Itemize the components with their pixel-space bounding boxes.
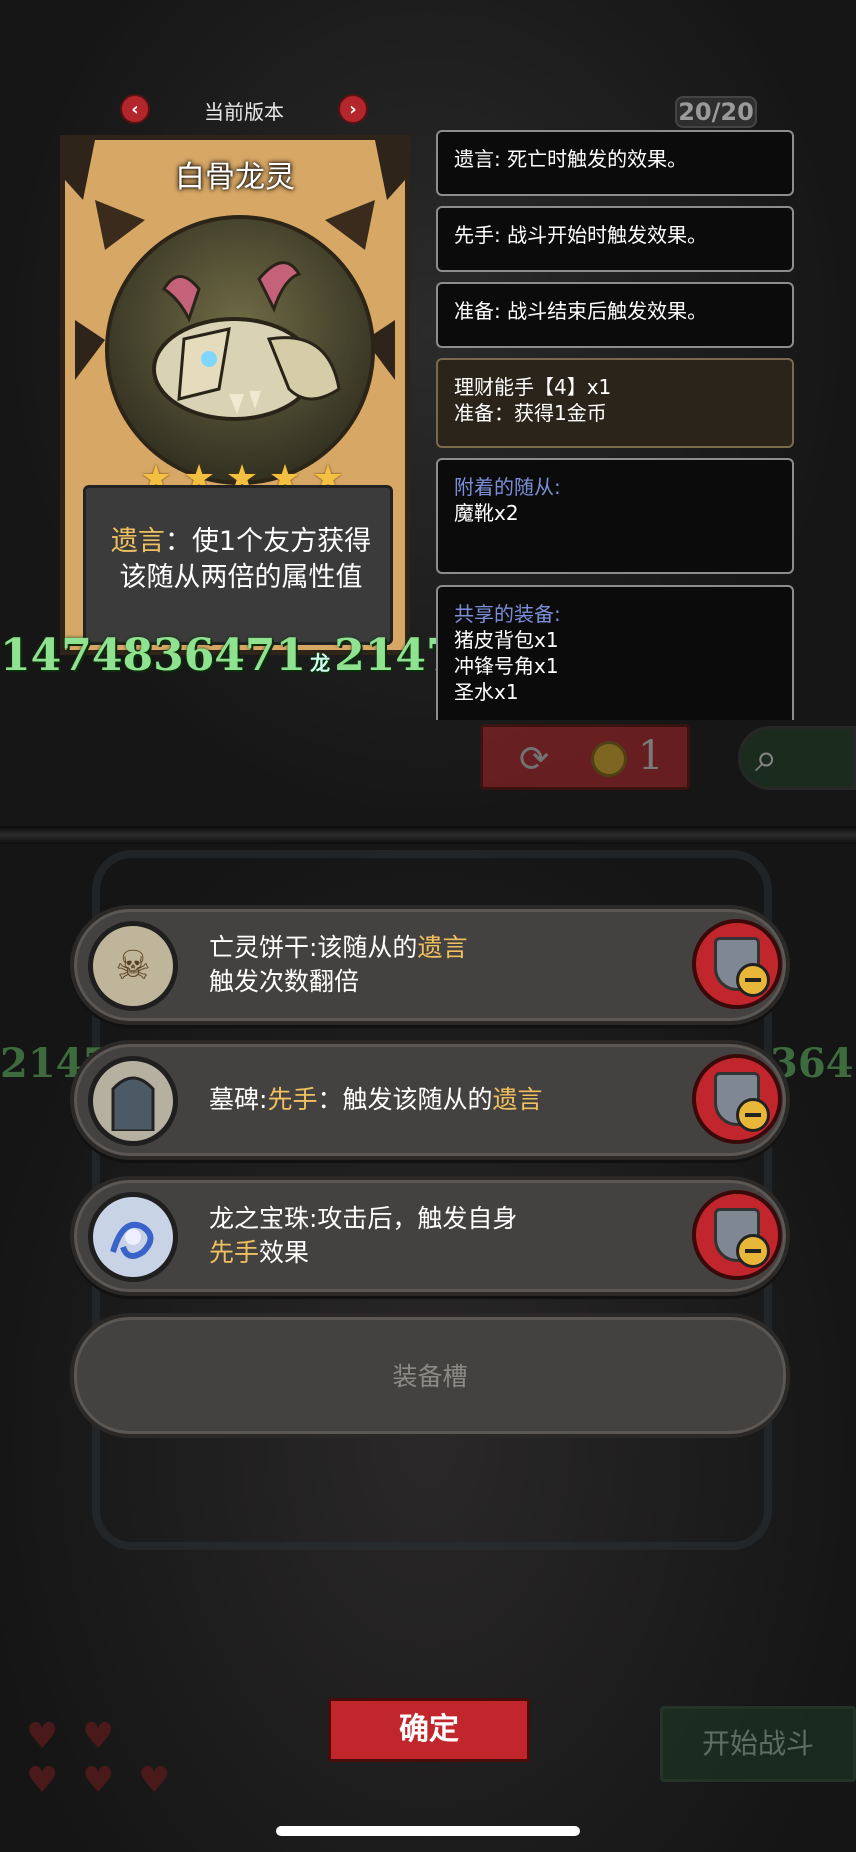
info-deathrattle-text: 遗言: 死亡时触发的效果。 bbox=[454, 147, 688, 171]
dragon-orb-icon bbox=[88, 1192, 178, 1282]
lives: ♥ ♥ ♥ ♥ ♥ bbox=[20, 1716, 200, 1816]
info-shared: 共享的装备: 猪皮背包x1 冲锋号角x1 圣水x1 bbox=[436, 585, 794, 720]
equipment-text: 效果 bbox=[259, 1238, 310, 1267]
search-icon: ⌕ bbox=[755, 735, 778, 781]
unequip-button[interactable] bbox=[692, 1054, 782, 1144]
heart-icon: ♥ bbox=[26, 1716, 59, 1757]
refresh-button[interactable]: ⟳ 1 bbox=[480, 724, 690, 790]
minion-counter: 20/20 bbox=[675, 96, 757, 128]
keyword-deathrattle: 遗言 bbox=[417, 933, 468, 962]
minus-icon bbox=[736, 963, 770, 997]
heart-icon: ♥ bbox=[138, 1760, 171, 1801]
card-description-line-2: 该随从两倍的属性值 bbox=[119, 562, 363, 593]
info-attached-item: 魔靴x2 bbox=[454, 501, 519, 525]
info-prepare-text: 准备: 战斗结束后触发效果。 bbox=[454, 299, 708, 323]
info-battlecry: 先手: 战斗开始时触发效果。 bbox=[436, 206, 794, 272]
info-finance-title: 理财能手【4】x1 bbox=[454, 375, 612, 399]
refresh-cost: 1 bbox=[638, 733, 664, 779]
biscuit-icon: ☠ bbox=[88, 921, 178, 1011]
prev-version-button[interactable]: ‹ bbox=[120, 94, 150, 124]
equipment-text-line-2: 触发次数翻倍 bbox=[209, 967, 360, 996]
health-value: 214748364 bbox=[334, 630, 440, 680]
tribe-tag: 龙 bbox=[310, 651, 331, 675]
equipment-description: 龙之宝珠:攻击后，触发自身 先手效果 bbox=[209, 1180, 639, 1292]
start-battle-button[interactable]: 开始战斗 bbox=[660, 1706, 856, 1782]
version-bar: ‹ 当前版本 › bbox=[120, 92, 370, 128]
minion-card: 白骨龙灵 ★ ★ ★ ★ ★ 遗言：使1个友方获得 该随从两倍的属性值 bbox=[60, 135, 410, 655]
info-finance: 理财能手【4】x1 准备：获得1金币 bbox=[436, 358, 794, 448]
info-deathrattle: 遗言: 死亡时触发的效果。 bbox=[436, 130, 794, 196]
info-shared-scroll[interactable]: 共享的装备: 猪皮背包x1 冲锋号角x1 圣水x1 bbox=[436, 585, 794, 720]
version-label: 当前版本 bbox=[204, 100, 284, 124]
equipment-row: 龙之宝珠:攻击后，触发自身 先手效果 bbox=[70, 1176, 790, 1296]
equipment-row: ☠ 亡灵饼干:该随从的遗言 触发次数翻倍 bbox=[70, 905, 790, 1025]
card-description-text: ：使1个友方获得 bbox=[164, 526, 372, 557]
home-indicator[interactable] bbox=[276, 1826, 580, 1836]
info-prepare: 准备: 战斗结束后触发效果。 bbox=[436, 282, 794, 348]
attack-value: 1474836471 bbox=[0, 630, 307, 680]
keyword-battlecry: 先手 bbox=[267, 1085, 318, 1114]
equipment-text: 亡灵饼干:该随从的 bbox=[209, 933, 418, 962]
bone-dragon-portrait bbox=[105, 215, 375, 485]
next-version-button[interactable]: › bbox=[338, 94, 368, 124]
equipment-text: 墓碑: bbox=[209, 1085, 268, 1114]
equipment-description: 墓碑:先手：触发该随从的遗言 bbox=[209, 1044, 639, 1156]
card-description: 遗言：使1个友方获得 该随从两倍的属性值 bbox=[96, 524, 386, 596]
info-shared-item: 猪皮背包x1 bbox=[454, 628, 559, 652]
heart-icon: ♥ bbox=[26, 1760, 59, 1801]
empty-equipment-slot[interactable]: 装备槽 bbox=[70, 1313, 790, 1438]
info-attached: 附着的随从: 魔靴x2 bbox=[436, 458, 794, 574]
card-name: 白骨龙灵 bbox=[175, 160, 295, 195]
card-description-box: 遗言：使1个友方获得 该随从两倍的属性值 bbox=[83, 485, 393, 645]
keyword-deathrattle: 遗言 bbox=[492, 1085, 543, 1114]
info-shared-title: 共享的装备: bbox=[454, 602, 561, 626]
info-shared-item: 冲锋号角x1 bbox=[454, 654, 559, 678]
equipment-description: 亡灵饼干:该随从的遗言 触发次数翻倍 bbox=[209, 909, 639, 1021]
equipment-text: ：触发该随从的 bbox=[317, 1085, 493, 1114]
minus-icon bbox=[736, 1098, 770, 1132]
unequip-button[interactable] bbox=[692, 1190, 782, 1280]
keyword-battlecry: 先手 bbox=[209, 1238, 260, 1267]
equipment-text: 龙之宝珠:攻击后，触发自身 bbox=[209, 1204, 518, 1233]
equipment-row: 墓碑:先手：触发该随从的遗言 bbox=[70, 1040, 790, 1160]
unequip-button[interactable] bbox=[692, 919, 782, 1009]
heart-icon: ♥ bbox=[82, 1716, 115, 1757]
tombstone-icon bbox=[88, 1056, 178, 1146]
stat-number-overflow: 1474836471龙214748364 bbox=[0, 630, 440, 680]
info-battlecry-text: 先手: 战斗开始时触发效果。 bbox=[454, 223, 708, 247]
bone-dragon-illustration bbox=[152, 261, 341, 421]
search-button[interactable]: ⌕ bbox=[738, 726, 856, 790]
keyword-deathrattle: 遗言 bbox=[110, 526, 165, 557]
coin-icon bbox=[591, 741, 627, 777]
confirm-button[interactable]: 确定 bbox=[328, 1698, 530, 1762]
panel-divider bbox=[0, 826, 856, 844]
heart-icon: ♥ bbox=[82, 1760, 115, 1801]
minus-icon bbox=[736, 1234, 770, 1268]
refresh-icon: ⟳ bbox=[519, 739, 550, 780]
info-attached-title: 附着的随从: bbox=[454, 475, 561, 499]
empty-slot-label: 装备槽 bbox=[392, 1362, 468, 1391]
info-shared-item: 圣水x1 bbox=[454, 680, 519, 704]
info-finance-desc: 准备：获得1金币 bbox=[454, 401, 607, 425]
